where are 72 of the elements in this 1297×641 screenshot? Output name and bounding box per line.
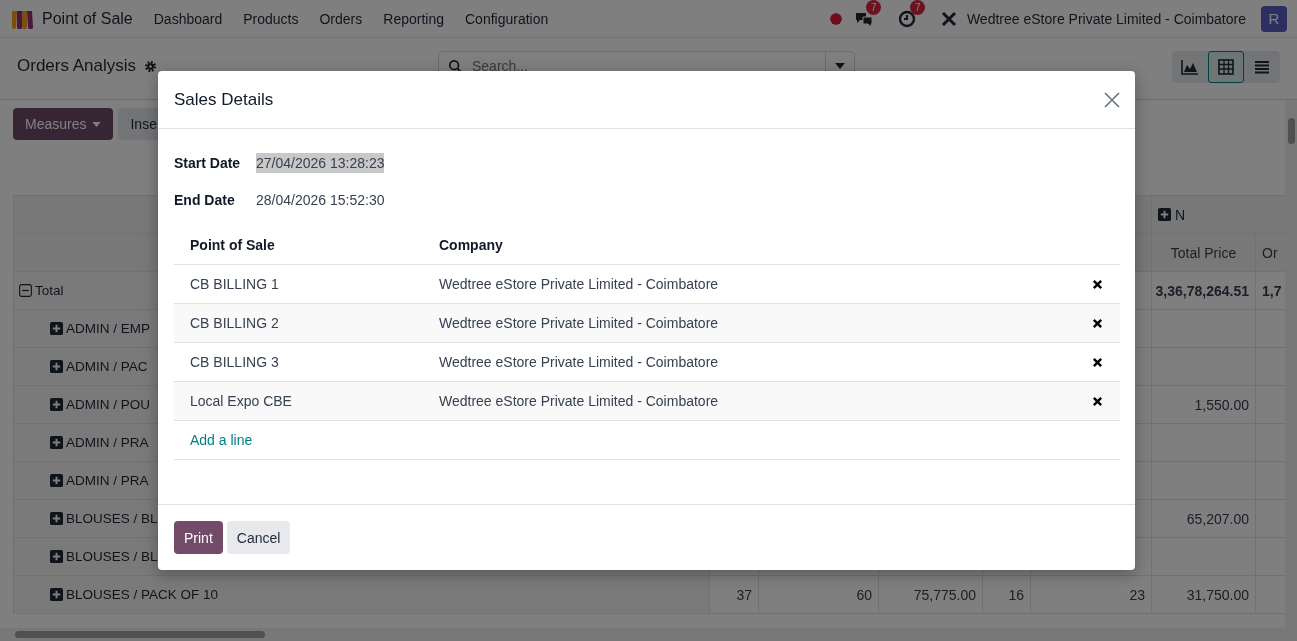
user-avatar[interactable]: R [1261,5,1287,32]
plus-square-icon[interactable] [50,474,63,487]
table-cell[interactable]: Wedtree eStore Private Limited - Coimbatore [439,393,719,409]
measures-button[interactable]: Measures [13,108,114,140]
table-cell[interactable]: Local Expo CBE [174,393,439,409]
scrollbar-thumb[interactable] [1288,118,1295,144]
menu-item[interactable]: Orders [319,10,363,27]
plus-square-icon[interactable] [50,436,63,449]
company-name[interactable]: Wedtree eStore Private Limited - Coimbatore [966,10,1246,27]
list-icon [1254,60,1270,74]
table-cell[interactable]: CB BILLING 1 [174,276,439,292]
field-label: Start Date [174,155,242,171]
delete-icon[interactable] [1092,317,1103,329]
table-cell: 16 [983,576,1031,614]
table-cell: 31,750.00 [1152,576,1256,614]
table-cell[interactable]: CB BILLING 3 [174,354,439,370]
clock-icon[interactable] [897,9,916,28]
page-title: Orders Analysis [17,56,137,76]
status-dot-icon [829,12,842,25]
delete-icon[interactable] [1092,356,1103,368]
delete-icon[interactable] [1092,395,1103,407]
table-cell[interactable]: CB BILLING 2 [174,315,439,331]
table-cell: 1,550.00 [1152,386,1256,424]
table-cell: 75,775.00 [879,576,983,614]
delete-icon[interactable] [1092,278,1103,290]
tools-icon[interactable] [939,9,958,28]
gear-icon[interactable] [144,59,158,73]
menu-item[interactable]: Products [243,10,299,27]
scrollbar-thumb[interactable] [15,631,265,638]
table-cell: 37 [710,576,759,614]
column-header: Point of Sale [189,237,276,253]
table-cell[interactable]: Wedtree eStore Private Limited - Coimbatore [439,354,719,370]
date-field[interactable]: 28/04/2026 15:52:30 [256,190,385,210]
close-icon[interactable] [1104,91,1120,108]
date-field[interactable]: 27/04/2026 13:28:23 [256,153,385,173]
search-field[interactable]: Search... [470,57,825,75]
table-cell[interactable]: Wedtree eStore Private Limited - Coimbatore [439,276,719,292]
app-name[interactable]: Point of Sale [42,9,133,28]
caret-icon [92,121,102,127]
field-label: End Date [174,192,236,208]
plus-square-icon[interactable] [50,360,63,373]
table-icon [1218,59,1234,75]
table-cell: 65,207.00 [1152,500,1256,538]
message-count-badge: 7 [865,0,882,15]
column-header[interactable]: Total Price [1152,234,1256,272]
column-header: Company [439,237,503,253]
minus-square-icon[interactable] [19,284,32,297]
plus-square-icon[interactable] [50,322,63,335]
menu-item[interactable]: Reporting [383,10,444,27]
plus-square-icon[interactable] [50,512,63,525]
column-header[interactable]: Or [1256,234,1285,272]
table-cell: 60 [759,576,879,614]
plus-square-icon[interactable] [50,550,63,563]
table-cell: 3,36,78,264.51 [1152,272,1256,310]
awning-logo-icon [10,8,34,29]
menu-item[interactable]: Configuration [465,10,549,27]
activity-count-badge: 7 [909,0,926,15]
cancel-button[interactable]: Cancel [226,521,291,554]
print-button[interactable]: Print [174,521,223,554]
add-line-link[interactable]: Add a line [174,432,439,448]
row-header[interactable]: BLOUSES / PACK OF 10 [13,576,710,614]
pivot-view-button[interactable] [1208,51,1244,83]
menu-item[interactable]: Dashboard [153,10,223,27]
caret-icon [835,63,845,69]
column-group-header[interactable]: N [1158,206,1186,223]
area-chart-icon [1181,59,1199,75]
search-icon [448,59,462,73]
plus-square-icon[interactable] [50,588,63,601]
dialog-title: Sales Details [174,89,274,110]
table-cell[interactable]: Wedtree eStore Private Limited - Coimbatore [439,315,719,331]
table-cell: 23 [1031,576,1152,614]
plus-square-icon[interactable] [50,398,63,411]
